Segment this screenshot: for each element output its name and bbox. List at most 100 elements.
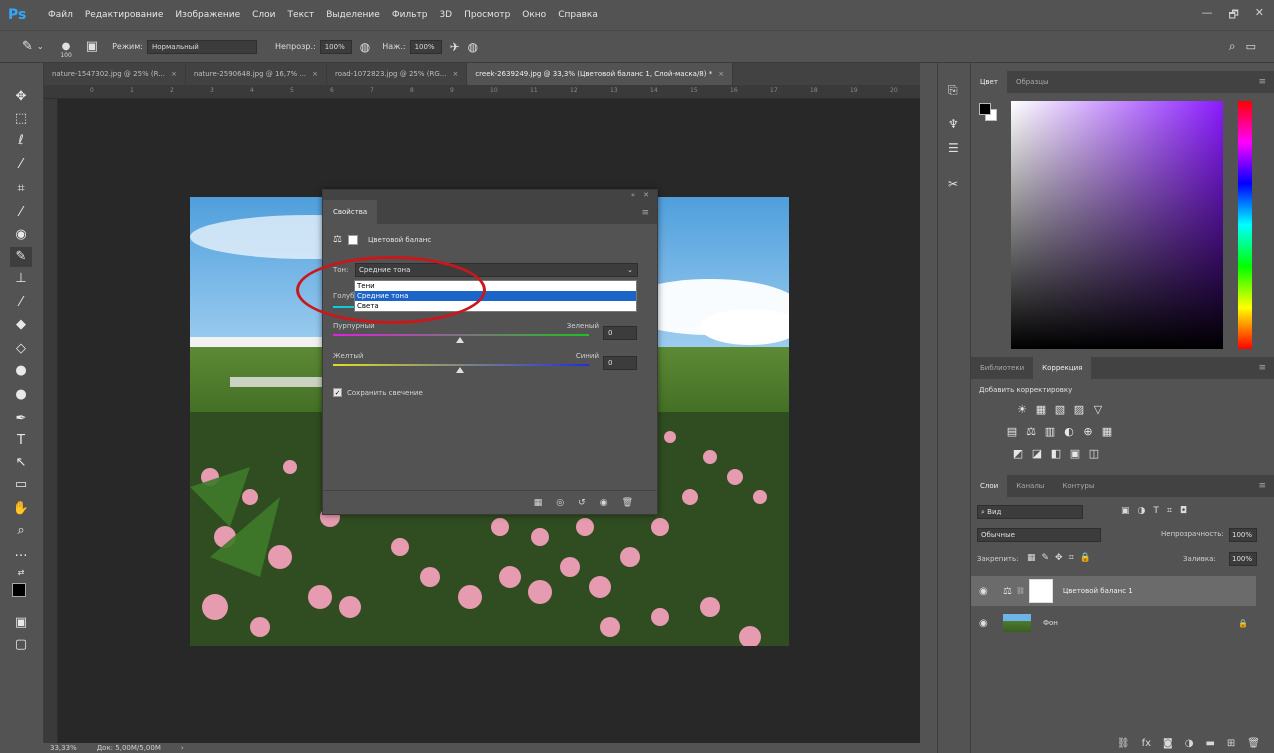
workspace-icon[interactable]: ▭	[1246, 40, 1256, 53]
new-group-icon[interactable]: ▬	[1205, 738, 1214, 749]
pressure-size-icon[interactable]: ◍	[468, 40, 478, 54]
close-icon[interactable]: ×	[452, 70, 458, 78]
tab-channels[interactable]: Каналы	[1007, 475, 1053, 497]
tab-layers[interactable]: Слои	[971, 475, 1008, 497]
tab-paths[interactable]: Контуры	[1053, 475, 1103, 497]
menu-select[interactable]: Выделение	[326, 10, 380, 20]
layer-filter-select[interactable]: ⌕ Вид	[977, 505, 1083, 519]
layer-name[interactable]: Фон	[1043, 619, 1058, 627]
visibility-icon[interactable]: ◉	[600, 498, 608, 508]
yellow-blue-slider[interactable]	[333, 364, 589, 366]
link-icon[interactable]: ⛓	[1016, 587, 1025, 595]
tab-swatches[interactable]: Образцы	[1007, 71, 1058, 93]
color-balance-icon[interactable]: ⚖	[1024, 425, 1038, 439]
tab-nature-1547302[interactable]: nature-1547302.jpg @ 25% (R... ×	[44, 63, 186, 85]
panel-menu-icon[interactable]: ≡	[1258, 481, 1266, 491]
menu-help[interactable]: Справка	[558, 10, 598, 20]
panel-menu-icon[interactable]: ≡	[641, 208, 649, 218]
new-adjustment-icon[interactable]: ◑	[1185, 738, 1194, 749]
tab-creek-2639249[interactable]: creek-2639249.jpg @ 33,3% (Цветовой бала…	[467, 63, 734, 85]
tab-road-1072823[interactable]: road-1072823.jpg @ 25% (RG... ×	[327, 63, 468, 85]
color-lookup-icon[interactable]: ▦	[1100, 425, 1114, 439]
zoom-tool-icon[interactable]: ⌕	[10, 521, 32, 541]
channel-mixer-icon[interactable]: ⊕	[1081, 425, 1095, 439]
menu-layers[interactable]: Слои	[252, 10, 275, 20]
stamp-tool-icon[interactable]: ⊥	[10, 269, 32, 289]
gradient-map-icon[interactable]: ▣	[1068, 447, 1082, 461]
curves-icon[interactable]: ▧	[1053, 403, 1067, 417]
fg-color-swatch[interactable]	[979, 103, 991, 115]
chevron-down-icon[interactable]: ⌄	[37, 42, 44, 51]
close-icon[interactable]: ×	[312, 70, 318, 78]
brush-panel-icon[interactable]: ▣	[86, 39, 98, 54]
brush-tool-icon[interactable]: ✎	[22, 39, 33, 54]
trash-icon[interactable]: 🗑	[1247, 738, 1260, 749]
pressure-opacity-icon[interactable]: ◍	[360, 40, 370, 54]
pen-tool-icon[interactable]: ✒	[10, 409, 32, 429]
preserve-checkbox[interactable]: ✓	[333, 388, 342, 397]
status-arrow-icon[interactable]: ›	[181, 744, 184, 752]
reset-icon[interactable]: ↺	[578, 498, 586, 508]
blend-mode-select[interactable]: Обычные	[977, 528, 1101, 542]
search-icon[interactable]: ⌕	[1229, 39, 1236, 54]
menu-window[interactable]: Окно	[522, 10, 546, 20]
layer-opacity-input[interactable]: 100%	[1229, 528, 1257, 542]
quick-mask-icon[interactable]: ▣	[10, 613, 32, 633]
layer-row-background[interactable]: ◉ Фон 🔒	[971, 608, 1256, 638]
new-layer-icon[interactable]: ⊞	[1227, 738, 1235, 749]
fx-icon[interactable]: fx	[1142, 738, 1151, 749]
slider-thumb[interactable]	[456, 367, 464, 373]
layer-row-color-balance[interactable]: ◉ ⚖ ⛓ Цветовой баланс 1	[971, 576, 1256, 606]
tab-nature-2590648[interactable]: nature-2590648.jpg @ 16,7% ... ×	[186, 63, 327, 85]
dodge-tool-icon[interactable]: ●	[10, 385, 32, 405]
menu-filter[interactable]: Фильтр	[392, 10, 428, 20]
brushes-icon[interactable]: ♆	[948, 117, 959, 131]
slider-thumb[interactable]	[456, 337, 464, 343]
eraser-tool-icon[interactable]: ◆	[10, 315, 32, 335]
layer-mask-icon[interactable]	[347, 234, 358, 245]
move-tool-icon[interactable]: ✥	[10, 87, 32, 107]
layer-name[interactable]: Цветовой баланс 1	[1063, 587, 1133, 595]
close-icon[interactable]: ×	[171, 70, 177, 78]
tools-options-icon[interactable]: ✂	[948, 177, 958, 191]
magenta-green-value[interactable]: 0	[603, 326, 637, 340]
view-previous-icon[interactable]: ◎	[556, 498, 564, 508]
close-button[interactable]: ✕	[1255, 6, 1264, 25]
hue-slider[interactable]	[1238, 101, 1252, 349]
gradient-tool-icon[interactable]: ◇	[10, 339, 32, 359]
lasso-tool-icon[interactable]: ℓ	[10, 131, 32, 151]
properties-panel[interactable]: « ✕ Свойства ≡ ⚖ Цветовой баланс Тон: Ср…	[322, 189, 658, 515]
lock-icons[interactable]: ▦✎✥⌗🔒	[1027, 553, 1097, 563]
layer-filter-icons[interactable]: ▣◑T⌗◘	[1121, 506, 1195, 516]
marquee-tool-icon[interactable]: ⬚	[10, 109, 32, 129]
brightness-icon[interactable]: ☀	[1015, 403, 1029, 417]
close-icon[interactable]: ×	[718, 70, 724, 78]
adjust-icon[interactable]: ☰	[948, 141, 959, 155]
opacity-input[interactable]: 100%	[319, 39, 352, 54]
close-icon[interactable]: ✕	[643, 190, 649, 200]
tab-color[interactable]: Цвет	[971, 71, 1007, 93]
crop-tool-icon[interactable]: ⌗	[10, 179, 32, 199]
eye-icon[interactable]: ◉	[979, 618, 997, 629]
mode-select[interactable]: Нормальный	[146, 39, 257, 54]
tab-properties[interactable]: Свойства	[323, 200, 378, 224]
threshold-icon[interactable]: ◧	[1049, 447, 1063, 461]
clip-to-layer-icon[interactable]: ▦	[534, 498, 543, 508]
trash-icon[interactable]: 🗑	[622, 498, 633, 508]
foreground-color-swatch[interactable]	[12, 583, 26, 597]
path-select-tool-icon[interactable]: ↖	[10, 453, 32, 473]
quick-select-tool-icon[interactable]: ⁄	[10, 155, 32, 175]
menu-view[interactable]: Просмотр	[464, 10, 510, 20]
selective-color-icon[interactable]: ◫	[1087, 447, 1101, 461]
levels-icon[interactable]: ▦	[1034, 403, 1048, 417]
exposure-icon[interactable]: ▨	[1072, 403, 1086, 417]
magenta-green-slider[interactable]	[333, 334, 589, 336]
black-white-icon[interactable]: ▥	[1043, 425, 1057, 439]
history-brush-tool-icon[interactable]: ⁄	[10, 293, 32, 313]
layer-thumbnail[interactable]	[1003, 614, 1031, 632]
shape-tool-icon[interactable]: ▭	[10, 475, 32, 495]
eye-icon[interactable]: ◉	[979, 586, 997, 597]
color-field[interactable]	[1011, 101, 1223, 349]
layer-mask-thumbnail[interactable]	[1028, 579, 1053, 603]
flow-input[interactable]: 100%	[409, 39, 442, 54]
